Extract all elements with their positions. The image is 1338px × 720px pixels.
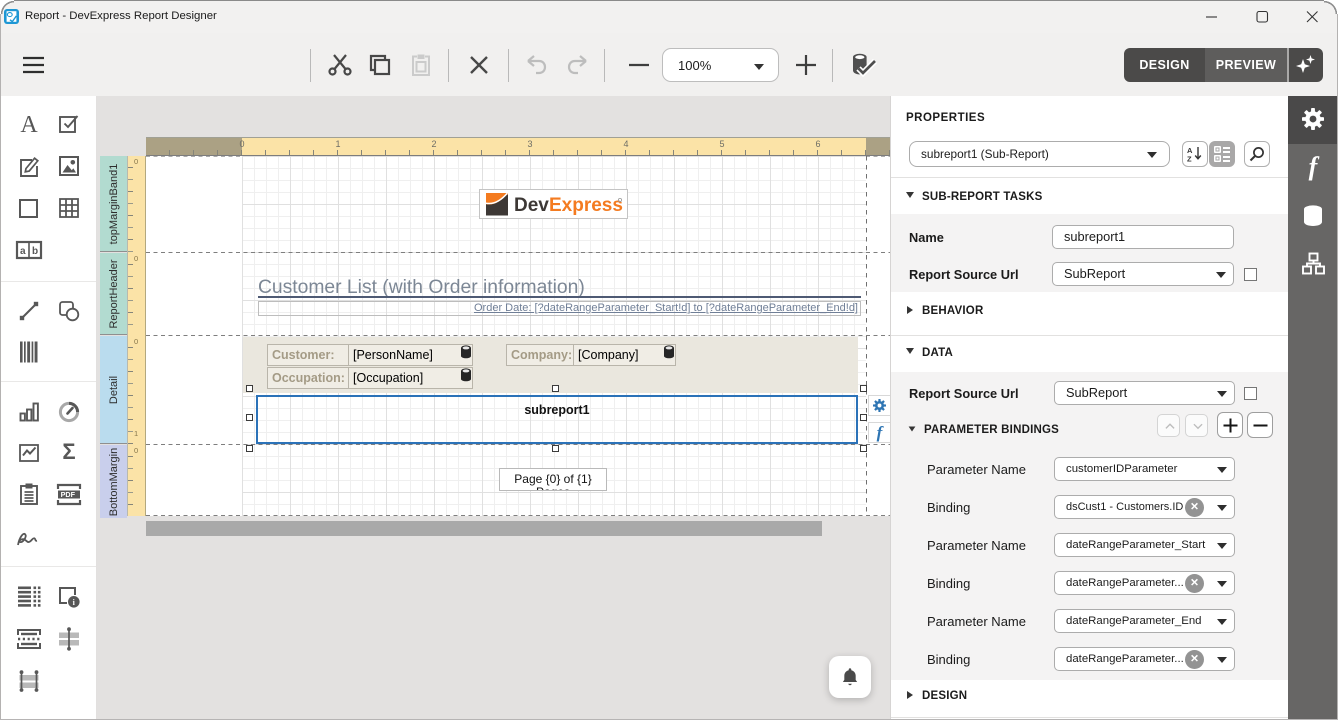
svg-text:a: a bbox=[20, 246, 26, 257]
svg-text:PDF: PDF bbox=[61, 490, 76, 499]
svg-text:b: b bbox=[32, 246, 38, 257]
svg-text:Z: Z bbox=[1187, 155, 1192, 163]
svg-text:Express: Express bbox=[549, 195, 623, 216]
svg-text:Dev: Dev bbox=[514, 195, 549, 216]
